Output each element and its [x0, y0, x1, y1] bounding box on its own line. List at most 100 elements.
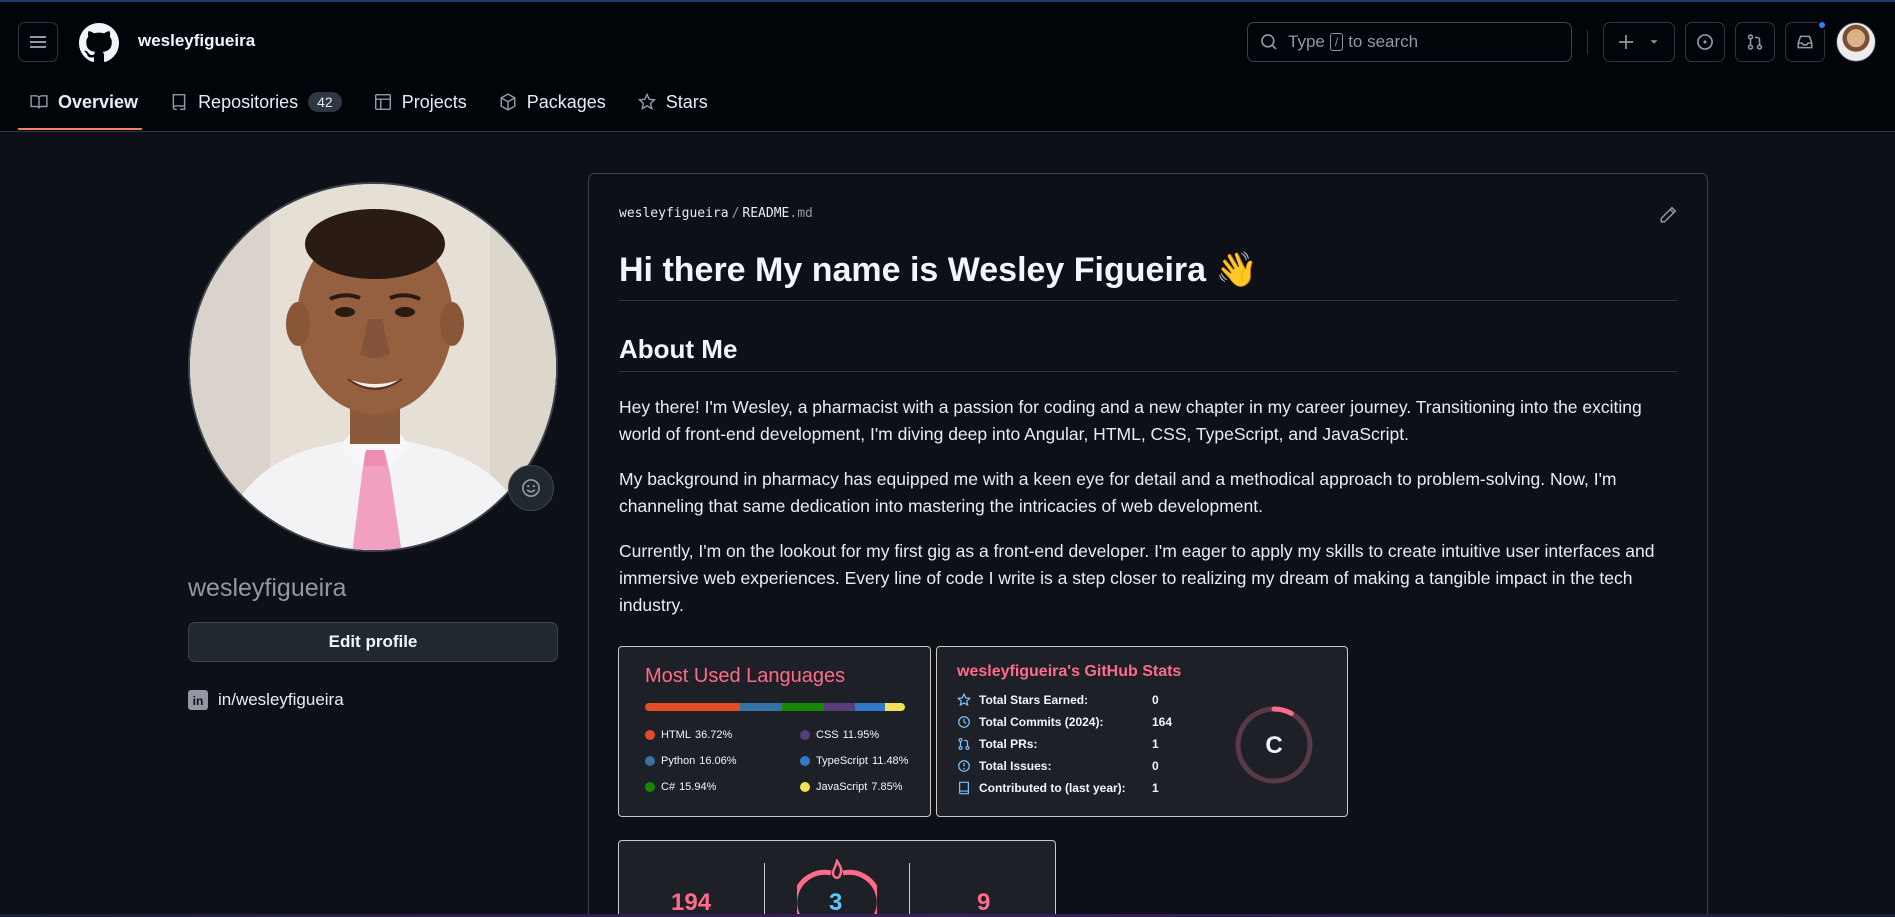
- stat-label: Total Issues:: [979, 759, 1052, 773]
- pencil-icon[interactable]: [1659, 206, 1677, 224]
- tab-packages-label: Packages: [526, 91, 606, 112]
- stat-label: Total Stars Earned:: [979, 693, 1089, 707]
- social-link-linkedin[interactable]: in in/wesleyfigueira: [188, 690, 344, 710]
- stat-value: 164: [1152, 715, 1173, 729]
- breadcrumb-username[interactable]: wesleyfigueira: [138, 31, 255, 51]
- language-name: CSS: [816, 729, 839, 741]
- stats-card-title: wesleyfigueira's GitHub Stats: [957, 663, 1182, 680]
- stat-value: 1: [1152, 781, 1159, 795]
- profile-tabs: Overview Repositories 42 Projects Packag…: [18, 82, 728, 132]
- about-heading: About Me: [619, 334, 1677, 372]
- language-item: Python 16.06%: [645, 755, 737, 767]
- readme-path-separator: /: [731, 206, 740, 221]
- active-tab-indicator: [18, 128, 142, 130]
- about-paragraph-1: Hey there! I'm Wesley, a pharmacist with…: [619, 397, 1642, 444]
- repo-icon: [172, 93, 186, 111]
- pull-request-icon: [1747, 34, 1763, 50]
- tab-projects-label: Projects: [401, 91, 467, 112]
- linkedin-icon: in: [188, 690, 208, 710]
- history-icon: [958, 716, 970, 728]
- profile-username: wesleyfigueira: [188, 574, 347, 602]
- set-status-button[interactable]: [508, 465, 554, 511]
- stat-row: Total Issues:: [957, 759, 1051, 773]
- current-streak-value: 3: [829, 889, 843, 916]
- streak-stats-card[interactable]: 194 3 9: [618, 840, 1056, 917]
- pull-requests-button[interactable]: [1735, 22, 1775, 62]
- streak-divider: [764, 863, 765, 917]
- language-color-dot: [645, 730, 655, 740]
- repo-icon: [959, 781, 969, 795]
- tab-repositories[interactable]: Repositories 42: [158, 82, 354, 122]
- language-bar-segment: [782, 703, 824, 711]
- language-color-dot: [800, 782, 810, 792]
- language-percent: 36.72%: [694, 729, 733, 741]
- tab-projects[interactable]: Projects: [362, 82, 479, 122]
- search-shortcut-key: /: [1329, 33, 1344, 51]
- language-color-dot: [800, 756, 810, 766]
- language-bar-segment: [645, 703, 741, 711]
- stat-row: Total PRs:: [957, 737, 1037, 751]
- repositories-count-badge: 42: [308, 92, 342, 112]
- language-percent: 16.06%: [699, 755, 737, 767]
- language-item: TypeScript 11.48%: [800, 755, 908, 767]
- menu-button[interactable]: [18, 22, 58, 62]
- stat-value: 1: [1152, 737, 1159, 751]
- loading-bar: [0, 0, 1895, 2]
- language-percent: 11.48%: [871, 755, 909, 767]
- readme-path-ext: .md: [789, 206, 813, 221]
- github-stats-card[interactable]: wesleyfigueira's GitHub Stats Total Star…: [936, 646, 1348, 817]
- create-new-button[interactable]: [1603, 22, 1675, 62]
- stat-row: Contributed to (last year):: [957, 781, 1126, 795]
- stat-label: Total Commits (2024):: [979, 715, 1104, 729]
- issues-button[interactable]: [1685, 22, 1725, 62]
- stat-value: 0: [1152, 759, 1159, 773]
- tab-overview-label: Overview: [58, 91, 139, 112]
- tab-repositories-label: Repositories: [198, 91, 299, 112]
- edit-profile-button[interactable]: Edit profile: [188, 622, 558, 662]
- star-icon: [957, 693, 971, 707]
- language-item: JavaScript 7.85%: [800, 781, 903, 793]
- search-prefix: Type: [1288, 32, 1325, 51]
- user-avatar-menu[interactable]: [1836, 22, 1876, 62]
- waving-hand-icon: 👋: [1215, 251, 1258, 289]
- language-percent: 15.94%: [679, 781, 717, 793]
- readme-path-file[interactable]: README: [742, 206, 789, 221]
- linkedin-handle[interactable]: in/wesleyfigueira: [218, 690, 344, 710]
- package-icon: [500, 93, 516, 111]
- language-name: JavaScript: [816, 781, 868, 793]
- languages-card-title: Most Used Languages: [645, 665, 846, 687]
- language-percent: 7.85%: [871, 781, 903, 793]
- language-bar-segment: [884, 703, 905, 711]
- language-color-dot: [800, 730, 810, 740]
- languages-progress-bar: [645, 703, 905, 711]
- inbox-icon: [1797, 35, 1813, 49]
- search-suffix: to search: [1348, 32, 1419, 51]
- caret-down-icon: [1650, 40, 1658, 44]
- grade-letter: C: [1265, 732, 1282, 759]
- language-item: C# 15.94%: [645, 781, 716, 793]
- language-percent: 11.95%: [842, 729, 880, 741]
- stat-row: Total Commits (2024):: [957, 715, 1103, 729]
- language-name: C#: [661, 781, 676, 793]
- profile-avatar[interactable]: [188, 182, 558, 552]
- tab-packages[interactable]: Packages: [487, 82, 618, 122]
- streak-divider: [909, 863, 910, 917]
- language-bar-segment: [740, 703, 783, 711]
- smiley-icon: [522, 479, 540, 497]
- stat-value: 0: [1152, 693, 1159, 707]
- language-color-dot: [645, 782, 655, 792]
- stat-label: Contributed to (last year):: [979, 781, 1126, 795]
- tab-stars[interactable]: Stars: [626, 82, 720, 122]
- readme-path-user[interactable]: wesleyfigueira: [619, 206, 729, 221]
- tab-overview[interactable]: Overview: [18, 82, 150, 122]
- language-name: TypeScript: [816, 755, 868, 767]
- github-logo-icon[interactable]: [79, 23, 119, 63]
- longest-streak-value: 9: [977, 889, 991, 916]
- tab-stars-label: Stars: [665, 91, 708, 112]
- languages-card[interactable]: Most Used Languages HTML 36.72% Python 16.0…: [618, 646, 931, 817]
- readme-title-text: Hi there My name is Wesley Figueira: [619, 251, 1207, 289]
- hamburger-icon: [30, 41, 46, 43]
- language-item: HTML 36.72%: [645, 729, 732, 741]
- search-input[interactable]: Type / to search: [1247, 22, 1572, 62]
- top-header: wesleyfigueira Type / to search Overview…: [0, 0, 1895, 132]
